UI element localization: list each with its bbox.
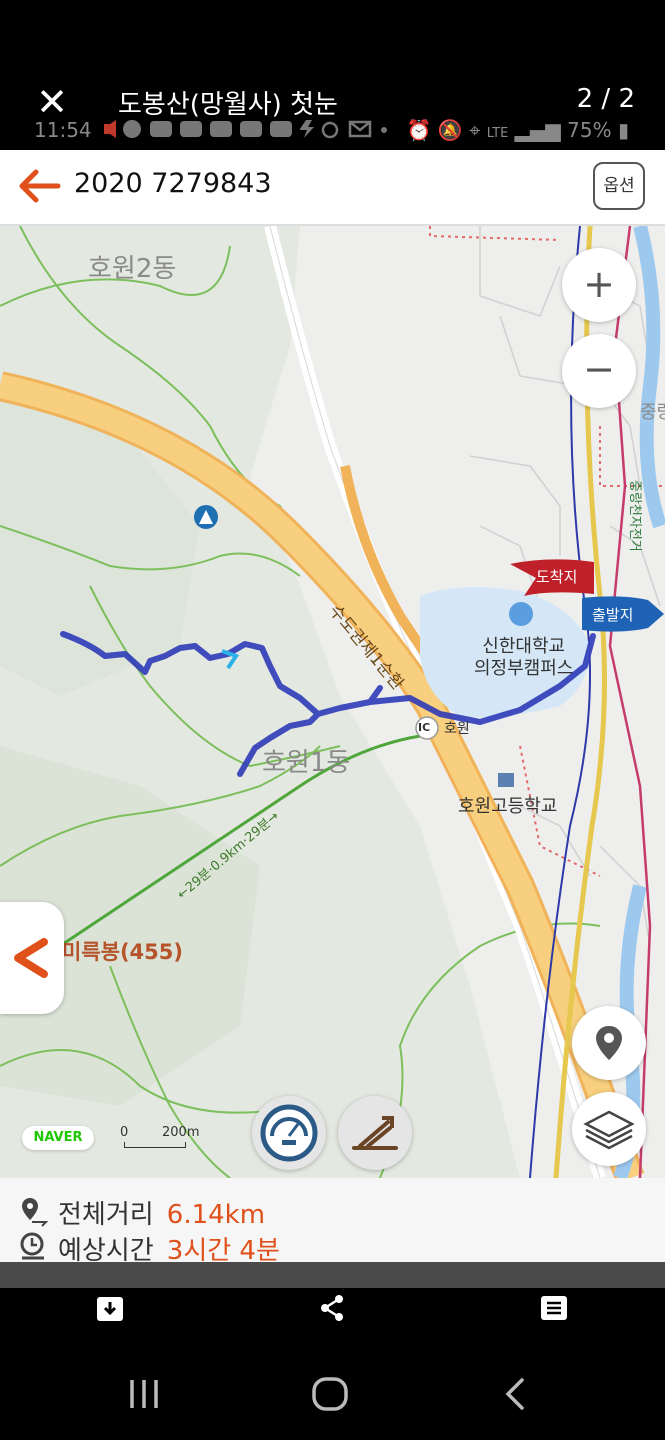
time-label: 예상시간	[58, 1236, 154, 1264]
map-label-ic-badge: IC	[418, 721, 431, 734]
system-nav-bar	[0, 1328, 665, 1440]
clock-icon	[20, 1232, 44, 1260]
scale-bar	[124, 1142, 186, 1148]
location-pin-icon	[596, 1026, 622, 1060]
departure-marker[interactable]: 출발지	[582, 594, 664, 634]
route-header: 2020 7279843 옵션	[0, 150, 665, 226]
zoom-in-button[interactable]: +	[562, 248, 636, 322]
viewer-action-bar	[0, 1288, 665, 1328]
scale-label: 200m	[162, 1125, 200, 1140]
scale-zero: 0	[120, 1125, 129, 1140]
overlay-strip	[0, 1262, 665, 1288]
details-list-icon	[541, 1296, 567, 1320]
distance-label: 전체거리	[58, 1200, 154, 1230]
network-label: LTE	[486, 126, 509, 141]
elevation-profile-button[interactable]	[338, 1096, 412, 1170]
location-icon: ⌖	[469, 118, 481, 142]
layers-icon	[583, 1110, 635, 1150]
download-button[interactable]	[94, 1292, 126, 1324]
details-button[interactable]	[538, 1292, 570, 1324]
back-icon	[505, 1378, 524, 1410]
notification-icons	[100, 118, 390, 145]
home-button[interactable]	[310, 1376, 350, 1412]
status-time: 11:54	[34, 118, 92, 142]
map-label-highschool: 호원고등학교	[458, 796, 558, 817]
recent-apps-icon	[130, 1380, 158, 1408]
alarm-icon: ⏰	[406, 118, 432, 142]
my-location-button[interactable]	[572, 1006, 646, 1080]
arrival-label: 도착지	[536, 568, 578, 586]
signal-icon: ▂▄▆	[514, 118, 561, 142]
side-panel-toggle[interactable]	[0, 902, 64, 1014]
battery-icon: ▮	[617, 118, 629, 142]
download-icon	[97, 1297, 123, 1321]
mute-icon: 🔕	[437, 118, 463, 142]
time-row: 예상시간 3시간 4분	[18, 1230, 280, 1264]
map-label-right-edge-1: 중랑	[640, 402, 665, 423]
naver-logo: NAVER	[22, 1126, 94, 1150]
route-summary: 전체거리 6.14km 예상시간 3시간 4분	[0, 1178, 665, 1264]
viewer-top-bar: ✕ 도봉산(망월사) 첫눈 2 / 2 11:54 ⏰ 🔕 ⌖ LTE ▂▄▆ …	[0, 0, 665, 150]
speedometer-icon	[260, 1104, 318, 1162]
distance-row: 전체거리 6.14km	[18, 1194, 266, 1230]
zoom-out-button[interactable]: −	[562, 334, 636, 408]
recent-apps-button[interactable]	[124, 1376, 164, 1412]
speedometer-button[interactable]	[252, 1096, 326, 1170]
map-label-university: 신한대학교 의정부캠퍼스	[474, 636, 574, 679]
map-label-dong-1: 호원1동	[262, 748, 351, 778]
share-button[interactable]	[316, 1292, 348, 1324]
layers-button[interactable]	[572, 1092, 646, 1166]
map-label-peak: 미륵봉(455)	[62, 940, 183, 964]
notification-icons-strip	[104, 120, 387, 139]
page-counter: 2 / 2	[576, 84, 635, 114]
viewer-title: 도봉산(망월사) 첫눈	[118, 90, 338, 120]
map-label-right-edge-2: 중랑천자전거	[627, 480, 642, 552]
route-title: 2020 7279843	[74, 168, 272, 199]
elevation-profile-icon	[352, 1116, 398, 1150]
map-label-dong-2: 호원2동	[88, 254, 177, 284]
map-label-ic-name: 호원	[444, 721, 470, 737]
back-button[interactable]	[496, 1376, 536, 1412]
home-icon	[312, 1377, 348, 1411]
options-button[interactable]: 옵션	[593, 162, 645, 210]
map-view[interactable]: 호원2동 호원1동 신한대학교 의정부캠퍼스 호원고등학교 미륵봉(455) 수…	[0, 226, 665, 1178]
arrival-marker[interactable]: 도착지	[510, 556, 594, 596]
chevron-left-icon	[14, 938, 48, 978]
battery-percent: 75%	[567, 118, 612, 142]
time-value: 3시간 4분	[166, 1236, 280, 1264]
back-arrow-icon[interactable]	[14, 164, 62, 208]
share-icon	[321, 1295, 343, 1321]
distance-pin-icon	[22, 1198, 48, 1227]
departure-label: 출발지	[592, 606, 634, 624]
distance-value: 6.14km	[166, 1200, 266, 1230]
status-right: ⏰ 🔕 ⌖ LTE ▂▄▆ 75% ▮	[407, 118, 629, 142]
